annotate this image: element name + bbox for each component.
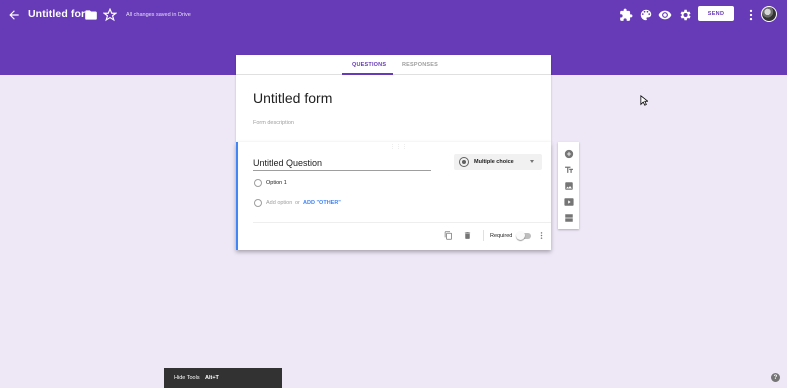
- question-type-dropdown[interactable]: Multiple choice: [454, 154, 542, 170]
- add-section-icon[interactable]: [563, 212, 574, 223]
- required-label: Required: [490, 233, 513, 239]
- add-video-icon[interactable]: [563, 196, 574, 207]
- question-type-label: Multiple choice: [474, 159, 514, 165]
- question-card[interactable]: ⋮⋮⋮ Untitled Question Multiple choice Op…: [236, 142, 551, 250]
- required-toggle[interactable]: [516, 231, 531, 240]
- folder-icon[interactable]: [83, 7, 99, 23]
- preview-eye-icon[interactable]: [657, 7, 673, 23]
- question-footer-divider: [253, 222, 551, 223]
- radio-button-icon: [459, 157, 469, 167]
- save-status: All changes saved in Drive: [126, 12, 191, 18]
- settings-gear-icon[interactable]: [677, 7, 693, 23]
- addon-puzzle-icon[interactable]: [618, 7, 634, 23]
- chevron-down-icon: [530, 160, 534, 163]
- drag-handle-icon[interactable]: ⋮⋮⋮: [390, 144, 408, 150]
- question-title-underline: [253, 170, 431, 171]
- add-question-icon[interactable]: [563, 148, 574, 159]
- send-button[interactable]: SEND: [698, 6, 734, 21]
- more-vert-icon[interactable]: [743, 7, 759, 23]
- footer-separator: [483, 230, 484, 241]
- avatar[interactable]: [761, 6, 777, 22]
- add-option-radio-icon: [254, 199, 262, 207]
- mouse-cursor-icon: [640, 93, 650, 106]
- question-more-icon[interactable]: [536, 230, 546, 240]
- side-toolbar: [558, 142, 579, 229]
- hide-tools-toast: Hide Tools Alt+T: [164, 368, 282, 388]
- star-icon[interactable]: [102, 7, 118, 23]
- or-label: or: [295, 200, 300, 206]
- form-description-input[interactable]: Form description: [253, 120, 294, 126]
- option-1-input[interactable]: Option 1: [266, 180, 287, 186]
- add-other-link[interactable]: ADD "OTHER": [303, 200, 341, 206]
- form-header-card: QUESTIONS RESPONSES Untitled form Form d…: [236, 55, 551, 142]
- tab-questions[interactable]: QUESTIONS: [352, 62, 386, 68]
- option-radio-icon: [254, 179, 262, 187]
- help-icon[interactable]: ?: [771, 373, 780, 382]
- tab-responses[interactable]: RESPONSES: [402, 62, 438, 68]
- add-image-icon[interactable]: [563, 180, 574, 191]
- toast-shortcut: Alt+T: [205, 375, 219, 381]
- toast-label[interactable]: Hide Tools: [174, 375, 200, 381]
- tab-bar: QUESTIONS RESPONSES: [236, 55, 551, 75]
- palette-icon[interactable]: [638, 7, 654, 23]
- back-arrow-icon[interactable]: [6, 7, 22, 23]
- active-tab-indicator: [342, 73, 393, 75]
- question-title-input[interactable]: Untitled Question: [253, 158, 322, 168]
- delete-icon[interactable]: [462, 230, 472, 240]
- toolbar-row: Untitled form All changes saved in Drive…: [0, 0, 787, 30]
- add-option-link[interactable]: Add option: [266, 200, 292, 206]
- duplicate-icon[interactable]: [443, 230, 453, 240]
- form-title-input[interactable]: Untitled form: [253, 90, 332, 106]
- add-title-icon[interactable]: [563, 164, 574, 175]
